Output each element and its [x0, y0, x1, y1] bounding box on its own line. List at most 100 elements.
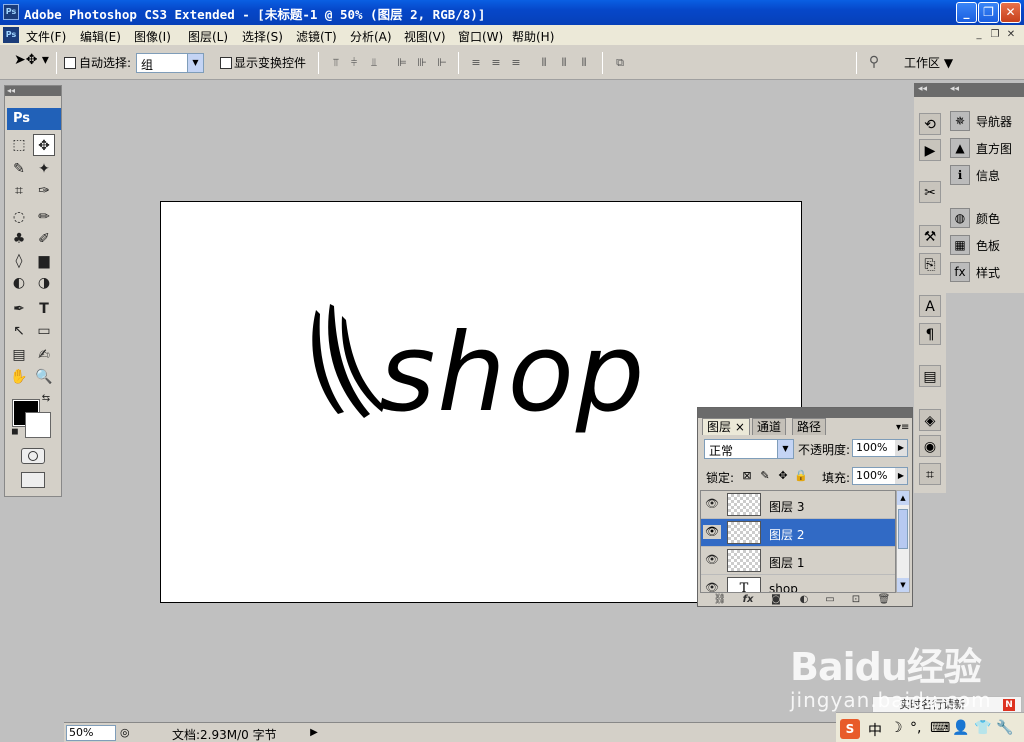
dodge-tool-icon[interactable]: ◑	[33, 272, 55, 294]
eye-icon[interactable]: 👁	[703, 525, 721, 539]
bridge-icon[interactable]: ⚲	[866, 54, 882, 70]
show-transform-checkbox[interactable]	[220, 57, 232, 69]
lock-all-icon[interactable]: 🔒	[794, 469, 808, 483]
doc-restore-button[interactable]: ❐	[988, 28, 1002, 42]
layer-comps-icon[interactable]: ▤	[919, 365, 941, 387]
lock-position-icon[interactable]: ✥	[776, 469, 790, 483]
gradient-tool-icon[interactable]: ▆	[33, 250, 55, 272]
punctuation-icon[interactable]: °,	[910, 720, 921, 736]
distribute-top-icon[interactable]: ≡	[468, 55, 484, 71]
tools-panel-header[interactable]: ◂◂	[5, 86, 61, 96]
photoshop-app-icon[interactable]: Ps	[3, 4, 19, 20]
align-left-icon[interactable]: ⊫	[394, 55, 410, 71]
menu-layer[interactable]: 图层(L)	[188, 28, 228, 45]
distribute-bottom-icon[interactable]: ≡	[508, 55, 524, 71]
trash-icon[interactable]: 🗑	[876, 593, 892, 607]
menu-file[interactable]: 文件(F)	[26, 28, 66, 45]
notes-tool-icon[interactable]: ▤	[8, 344, 30, 366]
sogou-ime-icon[interactable]: S	[840, 719, 860, 739]
default-colors-icon[interactable]: ◼	[9, 426, 21, 438]
opacity-input[interactable]: 100% ▶	[852, 439, 908, 457]
eye-icon[interactable]: 👁	[703, 581, 721, 592]
eye-icon[interactable]: 👁	[703, 553, 721, 567]
menu-view[interactable]: 视图(V)	[404, 28, 446, 45]
lock-image-icon[interactable]: ✎	[758, 469, 772, 483]
auto-select-checkbox[interactable]	[64, 57, 76, 69]
swatches-panel-tab[interactable]: ▦ 色板	[950, 235, 1000, 259]
settings-wrench-icon[interactable]: 🔧	[996, 720, 1013, 736]
align-right-icon[interactable]: ⊩	[434, 55, 450, 71]
eraser-tool-icon[interactable]: ◊	[8, 250, 30, 272]
workspace-button[interactable]: 工作区 ▼	[904, 54, 953, 71]
align-bottom-icon[interactable]: ⫫	[366, 55, 382, 71]
menu-window[interactable]: 窗口(W)	[458, 28, 503, 45]
shape-tool-icon[interactable]: ▭	[33, 320, 55, 342]
zoom-tool-icon[interactable]: 🔍	[33, 366, 55, 388]
history-brush-tool-icon[interactable]: ✐	[33, 228, 55, 250]
align-vcenter-icon[interactable]: ⫩	[346, 55, 362, 71]
path-selection-tool-icon[interactable]: ↖	[8, 320, 30, 342]
blend-mode-dropdown[interactable]: 正常 ▼	[704, 439, 794, 459]
history-icon[interactable]: ⟲	[919, 113, 941, 135]
blur-tool-icon[interactable]: ◐	[8, 272, 30, 294]
color-panel-tab[interactable]: ◍ 颜色	[950, 208, 1000, 232]
hand-tool-icon[interactable]: ✋	[8, 366, 30, 388]
layer-row[interactable]: 👁 图层 3	[701, 491, 895, 519]
swap-colors-icon[interactable]: ⇆	[39, 392, 53, 406]
distribute-hcenter-icon[interactable]: ⦀	[556, 55, 572, 71]
slice-tool-icon[interactable]: ✑	[33, 180, 55, 202]
layer-row[interactable]: 👁 图层 1	[701, 547, 895, 575]
layers-panel-header[interactable]	[698, 408, 912, 418]
adjustment-layer-icon[interactable]: ◐	[796, 593, 812, 607]
clone-stamp-tool-icon[interactable]: ♣	[8, 228, 30, 250]
healing-brush-tool-icon[interactable]: ◌	[8, 206, 30, 228]
document-icon[interactable]: Ps	[3, 27, 19, 43]
fill-input[interactable]: 100% ▶	[852, 467, 908, 485]
character-icon[interactable]: A	[919, 295, 941, 317]
menu-analysis[interactable]: 分析(A)	[350, 28, 392, 45]
distribute-left-icon[interactable]: ⦀	[536, 55, 552, 71]
doc-close-button[interactable]: ✕	[1004, 28, 1018, 42]
chevron-right-icon[interactable]: ▶	[895, 468, 907, 484]
new-group-icon[interactable]: ▭	[822, 593, 838, 607]
distribute-vcenter-icon[interactable]: ≡	[488, 55, 504, 71]
status-info-icon[interactable]: ◎	[120, 726, 130, 739]
layer-row[interactable]: 👁 图层 2	[701, 519, 895, 547]
screen-mode-button[interactable]	[21, 472, 45, 488]
restore-button[interactable]: ❐	[978, 2, 999, 23]
menu-filter[interactable]: 滤镜(T)	[296, 28, 337, 45]
new-layer-icon[interactable]: ⊡	[848, 593, 864, 607]
link-layers-icon[interactable]: ⛓	[712, 593, 728, 607]
scroll-thumb[interactable]	[898, 509, 908, 549]
layer-row[interactable]: 👁 T shop	[701, 575, 895, 592]
paths-icon[interactable]: ⌗	[919, 463, 941, 485]
chinese-mode-icon[interactable]: 中	[868, 720, 882, 740]
quick-mask-button[interactable]	[21, 448, 45, 464]
tab-layers[interactable]: 图层 ×	[702, 418, 750, 435]
lasso-tool-icon[interactable]: ✎	[8, 158, 30, 180]
menu-select[interactable]: 选择(S)	[242, 28, 283, 45]
crop-tool-icon[interactable]: ⌗	[8, 180, 30, 202]
scroll-up-icon[interactable]: ▲	[897, 491, 909, 505]
status-menu-arrow-icon[interactable]: ▶	[308, 725, 320, 741]
dock-header[interactable]: ◂◂	[914, 83, 946, 97]
add-mask-icon[interactable]: ◙	[768, 593, 784, 607]
user-icon[interactable]: 👤	[952, 720, 969, 736]
tab-channels[interactable]: 通道	[752, 418, 787, 435]
auto-align-icon[interactable]: ⧉	[612, 55, 628, 71]
align-hcenter-icon[interactable]: ⊪	[414, 55, 430, 71]
histogram-panel-tab[interactable]: ▲ 直方图	[950, 138, 1012, 162]
info-panel-tab[interactable]: ℹ 信息	[950, 165, 1000, 189]
close-button[interactable]: ✕	[1000, 2, 1021, 23]
layers-icon[interactable]: ◈	[919, 409, 941, 431]
menu-help[interactable]: 帮助(H)	[512, 28, 554, 45]
keyboard-icon[interactable]: ⌨	[930, 720, 950, 736]
zoom-input[interactable]: 50%	[66, 725, 116, 741]
marquee-tool-icon[interactable]: ⬚	[8, 134, 30, 156]
chevron-right-icon[interactable]: ▶	[895, 440, 907, 456]
distribute-right-icon[interactable]: ⦀	[576, 55, 592, 71]
type-tool-icon[interactable]: T	[33, 298, 55, 320]
minimize-button[interactable]: _	[956, 2, 977, 23]
align-top-icon[interactable]: ⫪	[328, 55, 344, 71]
doc-minimize-button[interactable]: _	[972, 28, 986, 42]
